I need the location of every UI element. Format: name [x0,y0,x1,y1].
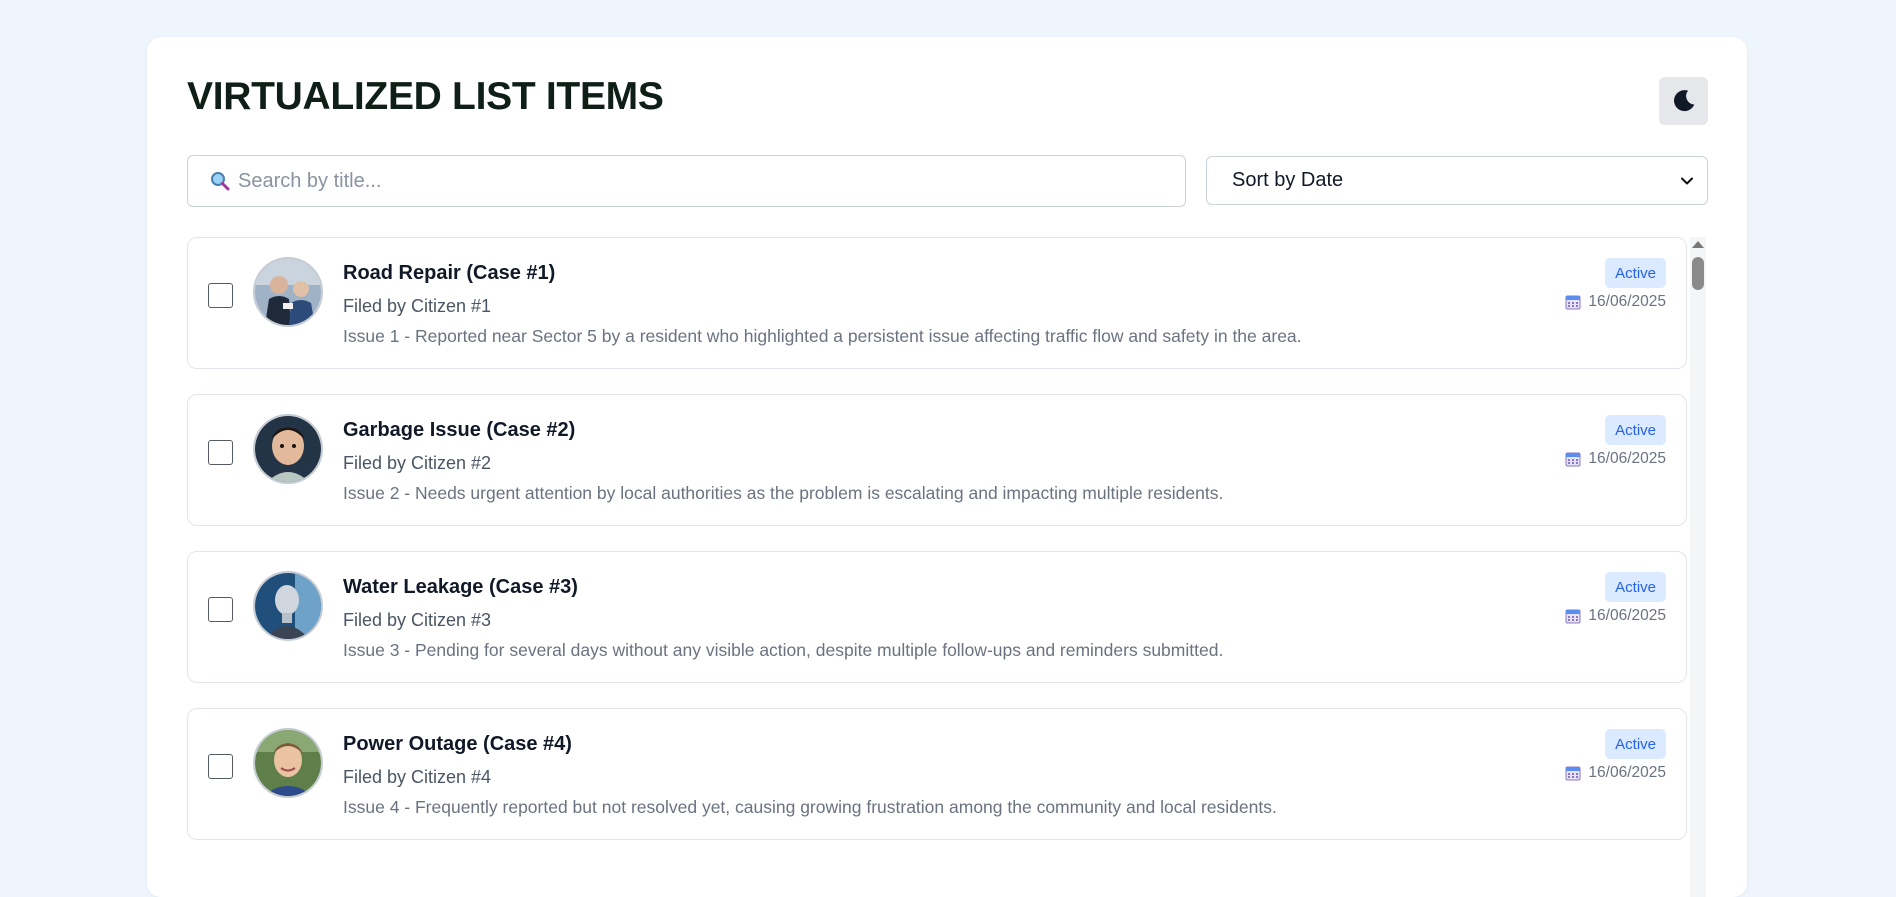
item-date-text: 16/06/2025 [1588,764,1666,781]
item-date: 16/06/2025 [1565,764,1666,782]
list-scrollbar[interactable] [1690,237,1706,897]
item-description: Issue 3 - Pending for several days witho… [343,640,1224,660]
moon-icon [1673,90,1694,112]
search-box[interactable] [187,155,1186,207]
calendar-icon [1565,452,1581,467]
item-checkbox[interactable] [208,597,233,622]
item-title: Power Outage (Case #4) [343,733,572,755]
theme-toggle-button[interactable] [1659,77,1708,125]
status-badge: Active [1605,415,1666,445]
list-item[interactable]: Garbage Issue (Case #2) Filed by Citizen… [187,394,1687,526]
calendar-icon [1565,609,1581,624]
virtualized-list: Road Repair (Case #1) Filed by Citizen #… [187,237,1687,897]
calendar-icon [1565,295,1581,310]
sort-select-value: Sort by Date [1232,169,1344,191]
list-item[interactable]: Power Outage (Case #4) Filed by Citizen … [187,708,1687,840]
status-badge: Active [1605,729,1666,759]
avatar [253,257,323,327]
scroll-up-arrow-icon[interactable] [1692,241,1704,248]
item-date-text: 16/06/2025 [1588,607,1666,624]
list-item[interactable]: Road Repair (Case #1) Filed by Citizen #… [187,237,1687,369]
item-date: 16/06/2025 [1565,450,1666,468]
item-title: Garbage Issue (Case #2) [343,419,576,441]
item-description: Issue 2 - Needs urgent attention by loca… [343,483,1224,503]
main-card: VIRTUALIZED LIST ITEMS Sort by Date [147,37,1747,897]
item-filed-by: Filed by Citizen #2 [343,453,492,473]
item-checkbox[interactable] [208,440,233,465]
item-checkbox[interactable] [208,283,233,308]
item-title: Road Repair (Case #1) [343,262,556,284]
item-checkbox[interactable] [208,754,233,779]
item-description: Issue 4 - Frequently reported but not re… [343,797,1277,817]
sort-select[interactable]: Sort by Date [1206,156,1708,205]
avatar [253,728,323,798]
page-title: VIRTUALIZED LIST ITEMS [187,75,664,118]
item-title: Water Leakage (Case #3) [343,576,578,598]
avatar [253,414,323,484]
chevron-down-icon [1681,177,1693,184]
status-badge: Active [1605,572,1666,602]
item-description: Issue 1 - Reported near Sector 5 by a re… [343,326,1302,346]
search-icon [211,172,230,191]
item-date: 16/06/2025 [1565,607,1666,625]
avatar [253,571,323,641]
scrollbar-thumb[interactable] [1692,257,1704,290]
item-filed-by: Filed by Citizen #4 [343,767,492,787]
item-date: 16/06/2025 [1565,293,1666,311]
status-badge: Active [1605,258,1666,288]
list-item[interactable]: Water Leakage (Case #3) Filed by Citizen… [187,551,1687,683]
item-date-text: 16/06/2025 [1588,293,1666,310]
item-filed-by: Filed by Citizen #3 [343,610,492,630]
search-input[interactable] [238,156,1185,206]
item-filed-by: Filed by Citizen #1 [343,296,492,316]
calendar-icon [1565,766,1581,781]
item-date-text: 16/06/2025 [1588,450,1666,467]
